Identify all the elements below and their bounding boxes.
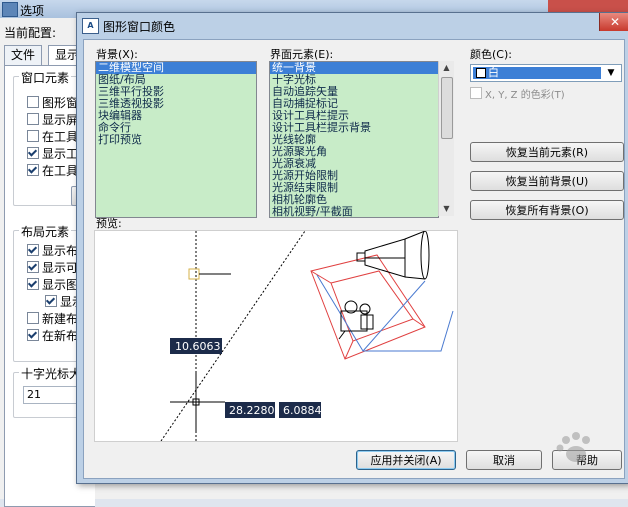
- xyz-tint-option: X, Y, Z 的色彩(T): [470, 86, 565, 101]
- preview-pane: 10.6063 28.2280 6.0884: [94, 230, 458, 442]
- restore-all-contexts-button[interactable]: 恢复所有背景(O): [470, 200, 624, 220]
- scroll-down-icon[interactable]: ▼: [439, 202, 454, 216]
- apply-and-close-button[interactable]: 应用并关闭(A): [356, 450, 456, 470]
- checkbox[interactable]: [27, 329, 39, 341]
- window-element-option[interactable]: 图形窗: [27, 96, 78, 110]
- light-frustum: [310, 254, 426, 360]
- current-config-label: 当前配置:: [4, 26, 57, 40]
- tab-file[interactable]: 文件: [4, 45, 43, 65]
- context-label: 背景(X):: [96, 48, 138, 61]
- layout-element-option[interactable]: 显示可: [27, 261, 78, 275]
- list-item[interactable]: 打印预览: [96, 134, 256, 146]
- checkbox[interactable]: [27, 113, 39, 125]
- window-element-option[interactable]: 在工具: [27, 164, 78, 178]
- window-element-option[interactable]: 显示工: [27, 147, 78, 161]
- layout-element-option[interactable]: 在新布: [27, 329, 78, 343]
- checkbox[interactable]: [27, 244, 39, 256]
- dimension-value-3: 6.0884: [283, 404, 322, 417]
- dialog-titlebar: A 图形窗口颜色 ✕: [77, 13, 628, 37]
- list-item[interactable]: 相机视野/平截面: [270, 206, 438, 218]
- autocad-app-icon: A: [82, 18, 99, 34]
- checkbox[interactable]: [27, 147, 39, 159]
- color-label: 颜色(C):: [470, 48, 512, 61]
- preview-label: 预览:: [96, 217, 122, 230]
- interface-element-listbox[interactable]: 统一背景 十字光标 自动追踪矢量 自动捕捉标记 设计工具栏提示 设计工具栏提示背…: [269, 61, 439, 218]
- checkbox[interactable]: [27, 312, 39, 324]
- window-element-option[interactable]: 显示屏: [27, 113, 78, 127]
- checkbox[interactable]: [27, 164, 39, 176]
- checkbox: [470, 87, 482, 99]
- crosshair-size-label: 十字光标大: [19, 365, 84, 382]
- color-name: 白: [488, 66, 499, 79]
- interface-list-scrollbar[interactable]: ▲ ▼: [438, 61, 454, 216]
- chevron-down-icon[interactable]: ▼: [603, 65, 619, 81]
- window-elements-group-label: 窗口元素: [19, 69, 72, 86]
- layout-element-option[interactable]: 显示图: [27, 278, 78, 292]
- close-icon: ✕: [609, 15, 621, 29]
- spotlight-glyph: [356, 231, 430, 280]
- layout-elements-group-label: 布局元素: [19, 223, 72, 240]
- layout-element-option[interactable]: 显示布: [27, 244, 78, 258]
- window-element-option[interactable]: 在工具: [27, 130, 78, 144]
- preview-drawing: 10.6063 28.2280 6.0884: [160, 231, 454, 441]
- autosnap-marker: [188, 268, 200, 280]
- app-icon: [2, 2, 18, 17]
- scroll-up-icon[interactable]: ▲: [439, 61, 454, 75]
- checkbox[interactable]: [27, 130, 39, 142]
- paw-logo-icon: [556, 432, 590, 462]
- dimension-value-2: 28.2280: [229, 404, 275, 417]
- scroll-thumb[interactable]: [441, 77, 453, 139]
- restore-current-context-button[interactable]: 恢复当前背景(U): [470, 171, 624, 191]
- context-listbox[interactable]: 二维模型空间 图纸/布局 三维平行投影 三维透视投影 块编辑器 命令行 打印预览: [95, 61, 257, 218]
- dialog-title: 图形窗口颜色: [103, 20, 176, 34]
- checkbox[interactable]: [27, 261, 39, 273]
- checkbox[interactable]: [27, 96, 39, 108]
- close-button[interactable]: ✕: [599, 13, 628, 31]
- restore-current-element-button[interactable]: 恢复当前元素(R): [470, 142, 624, 162]
- color-selected-value: 白: [473, 67, 601, 79]
- checkbox[interactable]: [27, 278, 39, 290]
- layout-element-option[interactable]: 新建布: [27, 312, 78, 326]
- color-swatch: [476, 68, 486, 78]
- options-title: 选项: [20, 4, 45, 18]
- dimension-value-1: 10.6063: [175, 340, 221, 353]
- checkbox[interactable]: [45, 295, 57, 307]
- color-select[interactable]: 白 ▼: [470, 64, 622, 82]
- interface-element-label: 界面元素(E):: [270, 48, 334, 61]
- watermark: [514, 420, 624, 480]
